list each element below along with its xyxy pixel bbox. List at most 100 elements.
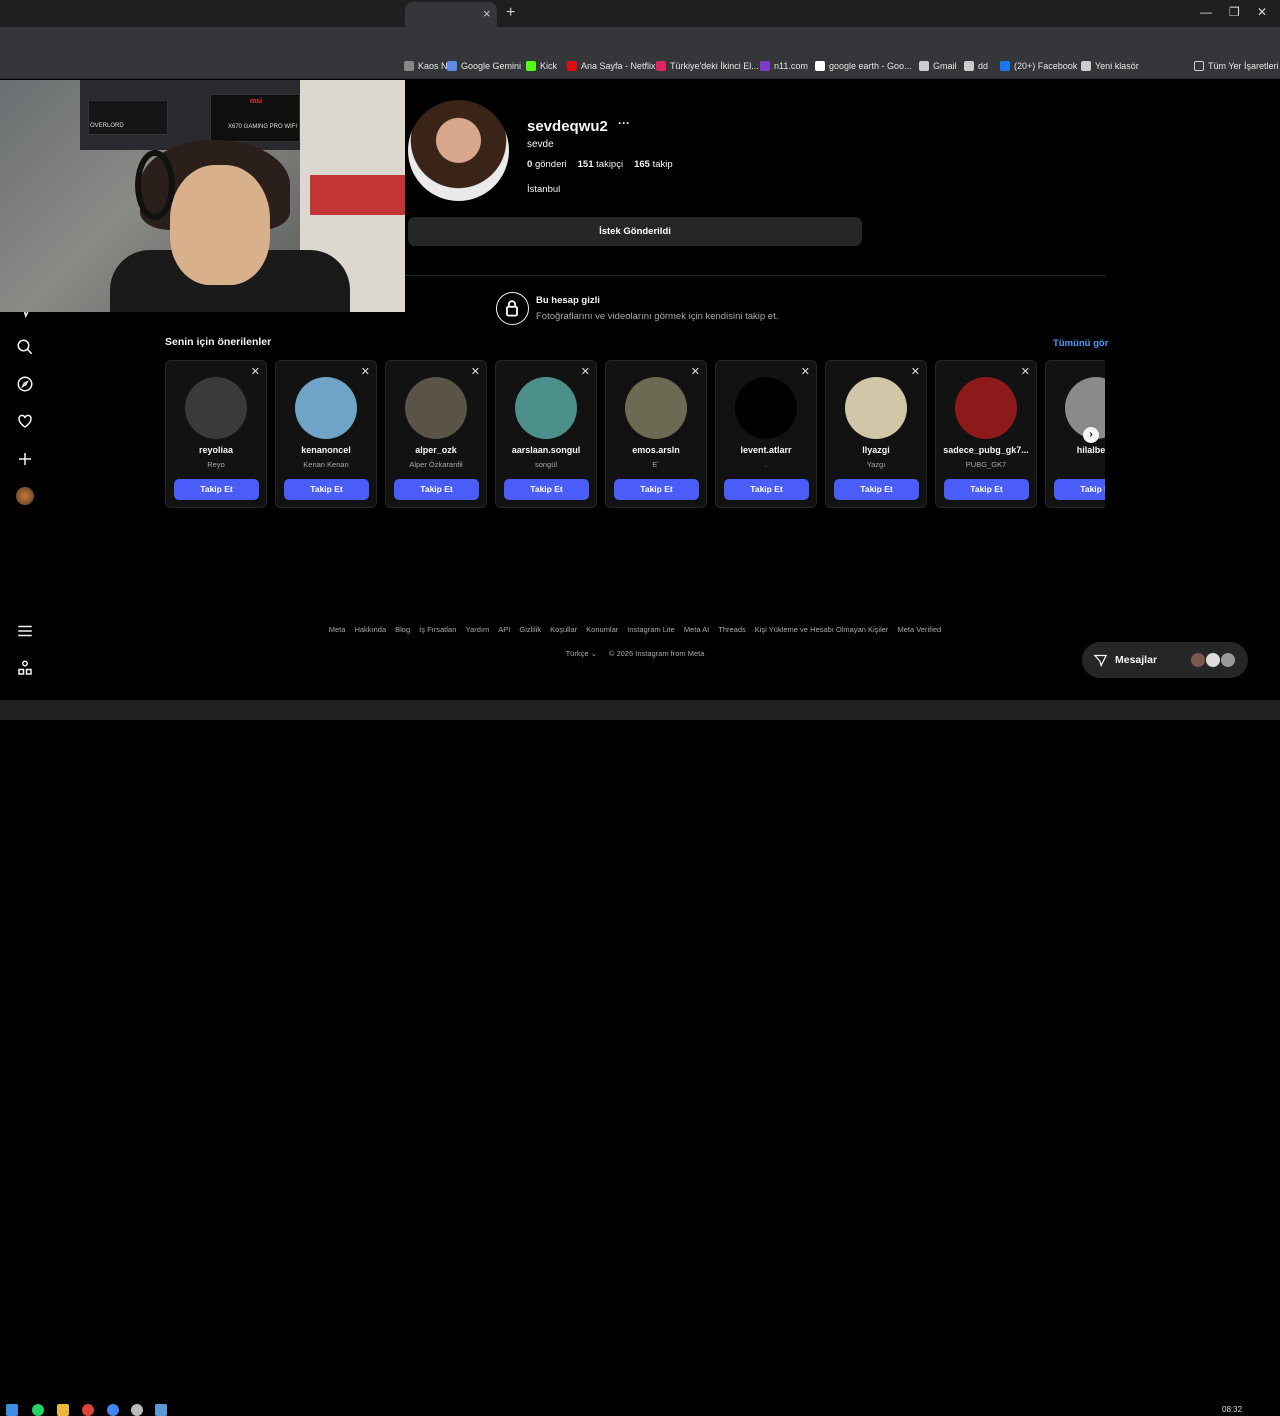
suggestion-username[interactable]: kenanoncel bbox=[276, 445, 376, 455]
bookmark-item[interactable]: Ana Sayfa - Netflix bbox=[567, 61, 656, 71]
maximize-icon[interactable]: ❐ bbox=[1229, 5, 1240, 19]
follow-button[interactable]: Takip Et bbox=[504, 479, 589, 500]
bookmark-item[interactable]: Gmail bbox=[919, 61, 957, 71]
suggestion-avatar[interactable] bbox=[405, 377, 467, 439]
footer-link[interactable]: Yardım bbox=[466, 625, 490, 634]
bookmark-item[interactable]: Google Gemini bbox=[447, 61, 521, 71]
suggestion-username[interactable]: reyoliaa bbox=[166, 445, 266, 455]
suggestion-avatar[interactable] bbox=[735, 377, 797, 439]
suggestion-card[interactable]: ✕ reyoliaa Reyo Takip Et bbox=[165, 360, 267, 508]
suggestion-card[interactable]: ✕ alper_ozk Alper Özkaranfil Takip Et bbox=[385, 360, 487, 508]
bookmark-item[interactable]: dd bbox=[964, 61, 988, 71]
create-plus-icon[interactable] bbox=[16, 450, 34, 468]
see-all-link[interactable]: Tümünü gör bbox=[1053, 338, 1108, 349]
app-icon[interactable] bbox=[131, 1404, 143, 1416]
suggestion-card[interactable]: ✕ kenanoncel Kenan Kenan Takip Et bbox=[275, 360, 377, 508]
suggestion-avatar[interactable] bbox=[295, 377, 357, 439]
whatsapp-icon[interactable] bbox=[32, 1404, 44, 1416]
footer-link[interactable]: API bbox=[498, 625, 510, 634]
footer-link[interactable]: Threads bbox=[718, 625, 746, 634]
follow-button[interactable]: Takip Et bbox=[394, 479, 479, 500]
follow-button[interactable]: Takip Et bbox=[284, 479, 369, 500]
suggestion-username[interactable]: levent.atlarr bbox=[716, 445, 816, 455]
search-icon[interactable] bbox=[16, 338, 34, 356]
suggestion-username[interactable]: alper_ozk bbox=[386, 445, 486, 455]
suggestion-card[interactable]: ✕ emos.arsln E` Takip Et bbox=[605, 360, 707, 508]
follow-button[interactable]: Takip Et bbox=[1054, 479, 1105, 500]
bookmark-item[interactable]: Kick bbox=[526, 61, 557, 71]
suggestion-card[interactable]: ✕ llyazgi Yazgı Takip Et bbox=[825, 360, 927, 508]
bookmark-item[interactable]: n11.com bbox=[760, 61, 808, 71]
footer-link[interactable]: Meta Verified bbox=[897, 625, 941, 634]
heart-icon[interactable] bbox=[16, 412, 34, 430]
bookmark-item[interactable]: Yeni klasör bbox=[1081, 61, 1139, 71]
dismiss-icon[interactable]: ✕ bbox=[581, 365, 590, 378]
footer-link[interactable]: Instagram Lite bbox=[627, 625, 675, 634]
follow-button[interactable]: Takip Et bbox=[944, 479, 1029, 500]
dismiss-icon[interactable]: ✕ bbox=[691, 365, 700, 378]
file-explorer-icon[interactable] bbox=[57, 1404, 69, 1416]
profile-city: İstanbul bbox=[527, 184, 561, 195]
dismiss-icon[interactable]: ✕ bbox=[471, 365, 480, 378]
webcam-label: OVERLORD bbox=[90, 123, 124, 129]
follow-button[interactable]: Takip Et bbox=[614, 479, 699, 500]
tab-close-icon[interactable]: × bbox=[483, 6, 491, 21]
suggestion-avatar[interactable] bbox=[625, 377, 687, 439]
new-tab-icon[interactable]: + bbox=[506, 4, 515, 22]
suggestion-avatar[interactable] bbox=[515, 377, 577, 439]
app-icon[interactable] bbox=[155, 1404, 167, 1416]
dismiss-icon[interactable]: ✕ bbox=[911, 365, 920, 378]
dismiss-icon[interactable]: ✕ bbox=[1021, 365, 1030, 378]
footer-link[interactable]: İş Fırsatları bbox=[419, 625, 457, 634]
bookmark-item[interactable]: Türkiye'deki İkinci El... bbox=[656, 61, 759, 71]
dismiss-icon[interactable]: ✕ bbox=[801, 365, 810, 378]
suggestion-avatar[interactable] bbox=[955, 377, 1017, 439]
footer-link[interactable]: Gizlilik bbox=[519, 625, 541, 634]
suggestion-card[interactable]: ✕ levent.atlarr. Takip Et bbox=[715, 360, 817, 508]
dismiss-icon[interactable]: ✕ bbox=[251, 365, 260, 378]
suggestion-username[interactable]: aarslaan.songul bbox=[496, 445, 596, 455]
explore-compass-icon[interactable] bbox=[16, 375, 34, 393]
carousel-next-icon[interactable]: › bbox=[1083, 427, 1099, 443]
profile-avatar-large[interactable] bbox=[408, 100, 509, 201]
bookmark-item[interactable]: google earth - Goo... bbox=[815, 61, 912, 71]
apps-grid-icon[interactable] bbox=[16, 659, 34, 677]
bookmark-item[interactable]: (20+) Facebook bbox=[1000, 61, 1077, 71]
footer-link[interactable]: Blog bbox=[395, 625, 410, 634]
footer-link[interactable]: Meta bbox=[329, 625, 346, 634]
suggestion-avatar[interactable] bbox=[845, 377, 907, 439]
minimize-icon[interactable]: — bbox=[1200, 5, 1212, 19]
suggestion-username[interactable]: emos.arsln bbox=[606, 445, 706, 455]
suggestion-username[interactable]: hilalbeve bbox=[1046, 445, 1105, 455]
start-icon[interactable] bbox=[6, 1404, 18, 1416]
follow-button[interactable]: Takip Et bbox=[834, 479, 919, 500]
profile-avatar[interactable] bbox=[16, 487, 34, 505]
suggestion-card[interactable]: ✕ sadece_pubg_gk7... PUBG_GK7 Takip Et bbox=[935, 360, 1037, 508]
suggestion-username[interactable]: llyazgi bbox=[826, 445, 926, 455]
suggestion-avatar[interactable] bbox=[185, 377, 247, 439]
footer-link[interactable]: Konumlar bbox=[586, 625, 618, 634]
follow-button[interactable]: Takip Et bbox=[174, 479, 259, 500]
webcam-red-object bbox=[310, 175, 405, 215]
all-bookmarks[interactable]: Tüm Yer İşaretleri bbox=[1194, 61, 1279, 71]
suggestion-username[interactable]: sadece_pubg_gk7... bbox=[936, 445, 1036, 455]
request-sent-button[interactable]: İstek Gönderildi bbox=[408, 217, 862, 246]
chrome-icon[interactable] bbox=[107, 1404, 119, 1416]
footer-link[interactable]: Meta AI bbox=[684, 625, 709, 634]
suggestion-name: Kenan Kenan bbox=[303, 460, 349, 469]
chrome-icon[interactable] bbox=[82, 1404, 94, 1416]
follow-button[interactable]: Takip Et bbox=[724, 479, 809, 500]
more-options-icon[interactable]: ··· bbox=[618, 116, 630, 130]
profile-username: sevdeqwu2 bbox=[527, 118, 608, 135]
followers-stat[interactable]: 151 takipçi bbox=[578, 159, 623, 170]
suggestions-carousel: ✕ reyoliaa Reyo Takip Et ✕ kenanoncel Kenan Ke… bbox=[165, 360, 1105, 508]
following-stat[interactable]: 165 takip bbox=[634, 159, 673, 170]
dismiss-icon[interactable]: ✕ bbox=[361, 365, 370, 378]
language-select[interactable]: Türkçe ⌄ bbox=[566, 649, 597, 658]
footer-link[interactable]: Koşullar bbox=[550, 625, 577, 634]
webcam-label: msi bbox=[250, 98, 263, 105]
suggestion-card[interactable]: ✕ aarslaan.songul songül Takip Et bbox=[495, 360, 597, 508]
footer-link[interactable]: Hakkında bbox=[354, 625, 386, 634]
footer-link[interactable]: Kişi Yükleme ve Hesabı Olmayan Kişiler bbox=[755, 625, 889, 634]
close-window-icon[interactable]: ✕ bbox=[1257, 5, 1267, 19]
